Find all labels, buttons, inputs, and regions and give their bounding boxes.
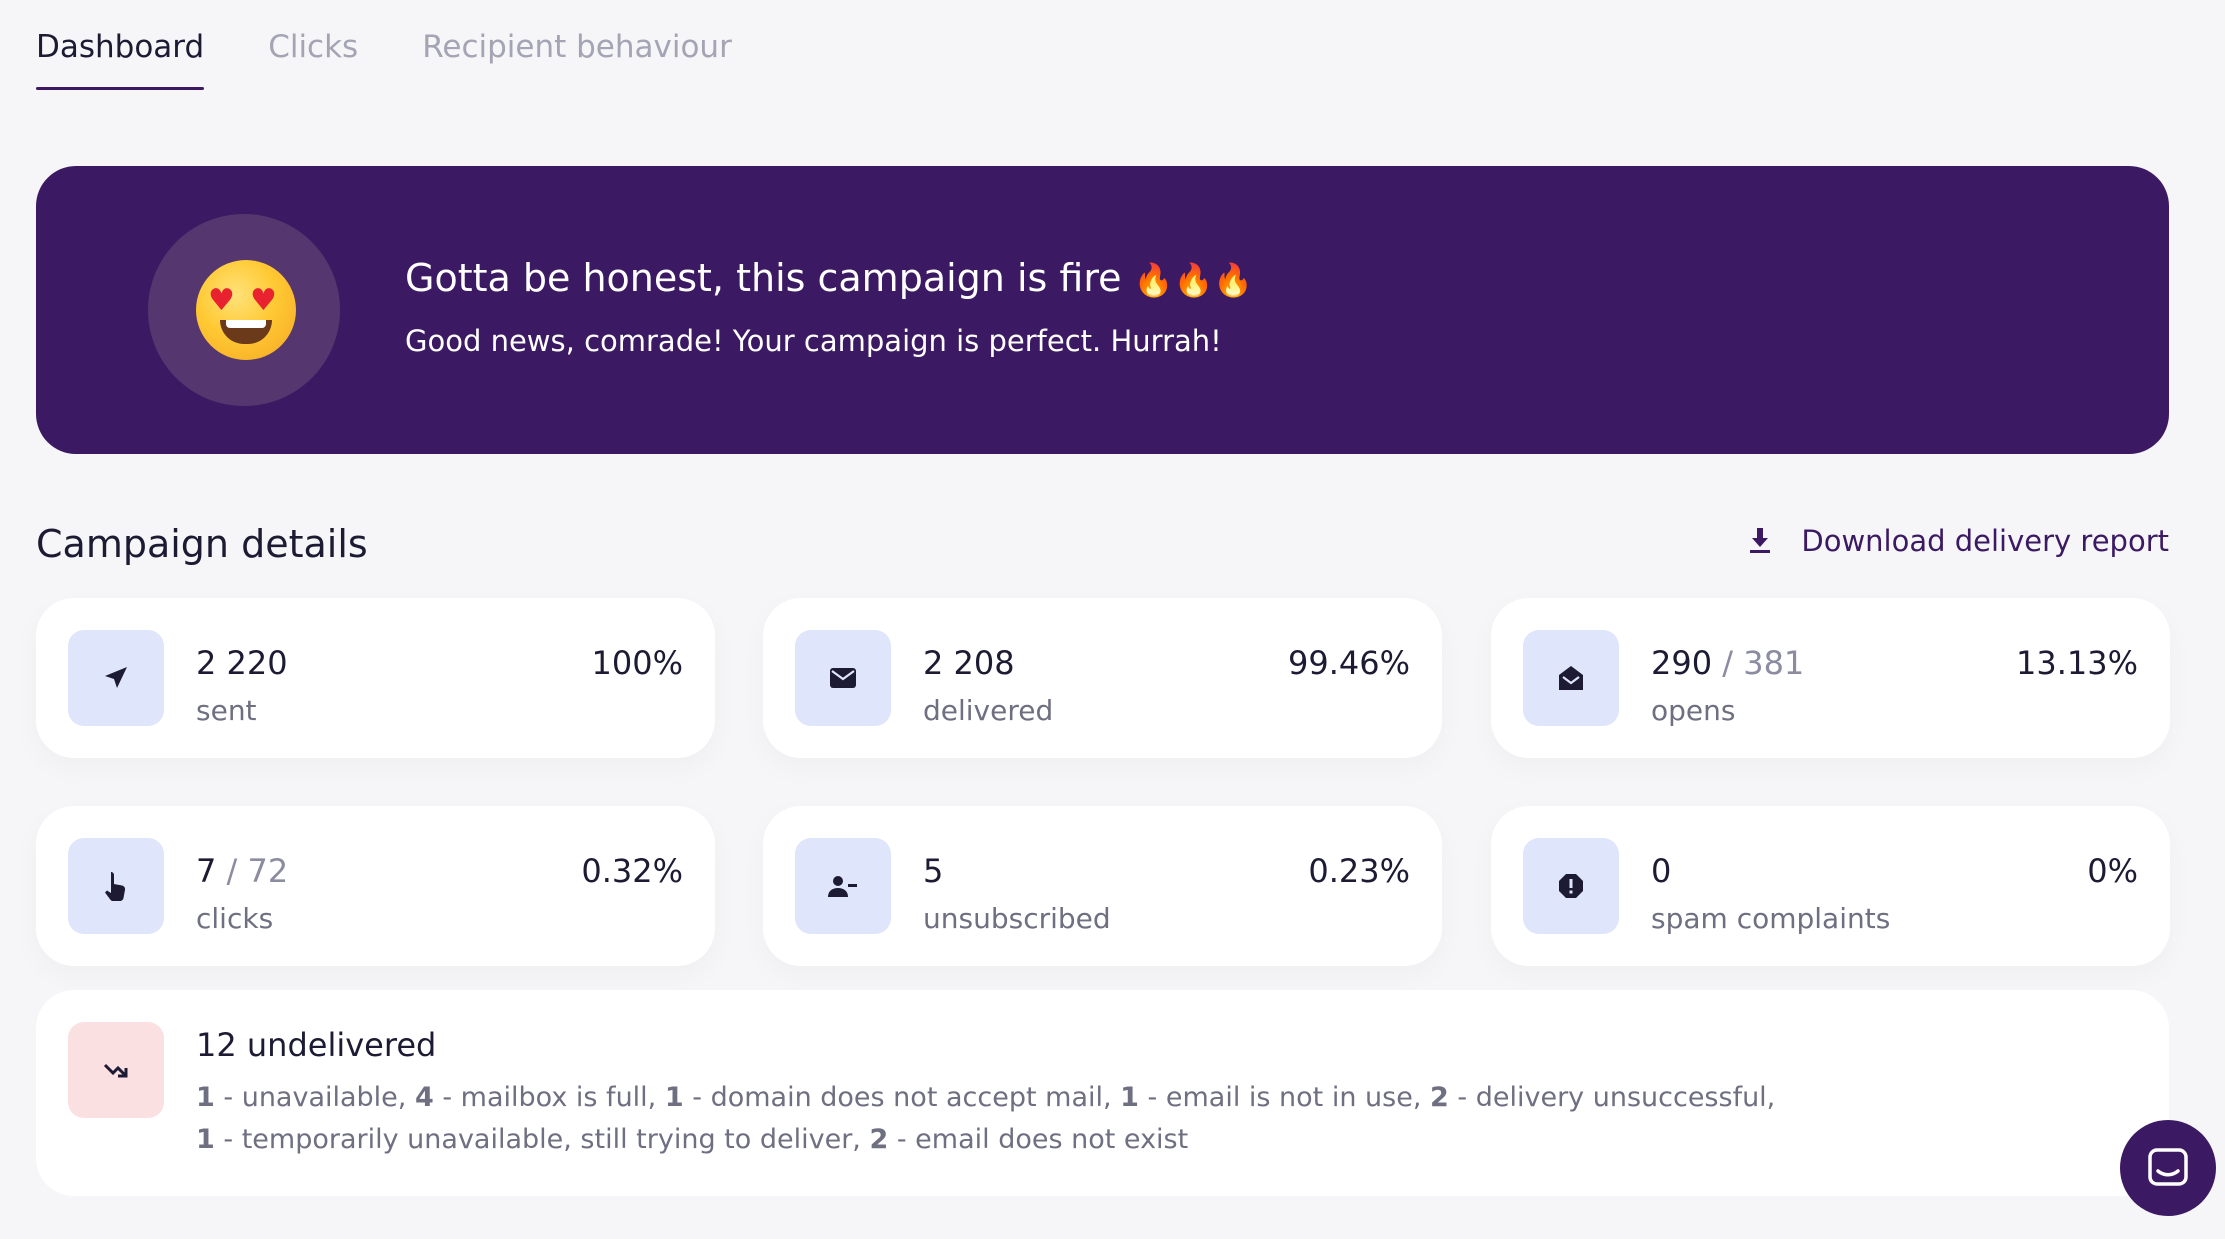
fire-emoji-icon: 🔥🔥🔥 xyxy=(1133,261,1254,299)
stat-label: sent xyxy=(196,694,257,727)
stat-card-clicks: 7 / 72 clicks 0.32% xyxy=(36,806,715,966)
tab-recipient-behaviour[interactable]: Recipient behaviour xyxy=(422,22,732,90)
stat-value: 5 xyxy=(923,852,944,890)
section-title: Campaign details xyxy=(36,522,368,566)
stat-label: opens xyxy=(1651,694,1736,727)
undelivered-title: 12 undelivered xyxy=(196,1026,437,1064)
stat-value: 290 / 381 xyxy=(1651,644,1805,682)
stat-label: spam complaints xyxy=(1651,902,1891,935)
stat-percent: 0.32% xyxy=(581,852,683,890)
chat-icon xyxy=(2148,1148,2188,1186)
stat-label: delivered xyxy=(923,694,1054,727)
download-label: Download delivery report xyxy=(1801,524,2169,558)
stat-value: 0 xyxy=(1651,852,1672,890)
stat-value: 2 220 xyxy=(196,644,288,682)
stat-percent: 99.46% xyxy=(1287,644,1410,682)
tab-bar: Dashboard Clicks Recipient behaviour xyxy=(36,22,796,90)
stat-card-sent: 2 220 sent 100% xyxy=(36,598,715,758)
envelope-icon xyxy=(795,630,891,726)
stat-percent: 13.13% xyxy=(2015,644,2138,682)
stat-percent: 0% xyxy=(2087,852,2138,890)
undelivered-reasons-line-1: 1 - unavailable, 4 - mailbox is full, 1 … xyxy=(196,1082,1776,1113)
download-report-link[interactable]: Download delivery report xyxy=(1749,524,2169,558)
open-envelope-icon xyxy=(1523,630,1619,726)
pointer-hand-icon xyxy=(68,838,164,934)
hero-title: Gotta be honest, this campaign is fire 🔥… xyxy=(405,256,1254,300)
undelivered-card: 12 undelivered 1 - unavailable, 4 - mail… xyxy=(36,990,2169,1196)
send-icon xyxy=(68,630,164,726)
campaign-hero-banner: ♥ ♥ Gotta be honest, this campaign is fir… xyxy=(36,166,2169,454)
hero-subtitle: Good news, comrade! Your campaign is per… xyxy=(405,324,1222,358)
stat-card-opens: 290 / 381 opens 13.13% xyxy=(1491,598,2170,758)
stat-percent: 100% xyxy=(591,644,683,682)
stat-value: 7 / 72 xyxy=(196,852,289,890)
emoji-avatar: ♥ ♥ xyxy=(148,214,340,406)
tab-dashboard[interactable]: Dashboard xyxy=(36,22,205,90)
stat-card-spam: 0 spam complaints 0% xyxy=(1491,806,2170,966)
stat-label: clicks xyxy=(196,902,274,935)
undelivered-reasons-line-2: 1 - temporarily unavailable, still tryin… xyxy=(196,1124,1189,1155)
download-icon xyxy=(1750,528,1771,553)
alert-icon xyxy=(1523,838,1619,934)
stat-card-delivered: 2 208 delivered 99.46% xyxy=(763,598,1442,758)
stat-percent: 0.23% xyxy=(1308,852,1410,890)
stat-value: 2 208 xyxy=(923,644,1015,682)
tab-clicks[interactable]: Clicks xyxy=(268,22,358,90)
user-minus-icon xyxy=(795,838,891,934)
arrow-down-right-icon xyxy=(68,1022,164,1118)
heart-eyes-emoji-icon: ♥ ♥ xyxy=(196,260,296,360)
stat-card-unsubscribed: 5 unsubscribed 0.23% xyxy=(763,806,1442,966)
chat-widget-button[interactable] xyxy=(2120,1120,2216,1216)
stat-label: unsubscribed xyxy=(923,902,1111,935)
